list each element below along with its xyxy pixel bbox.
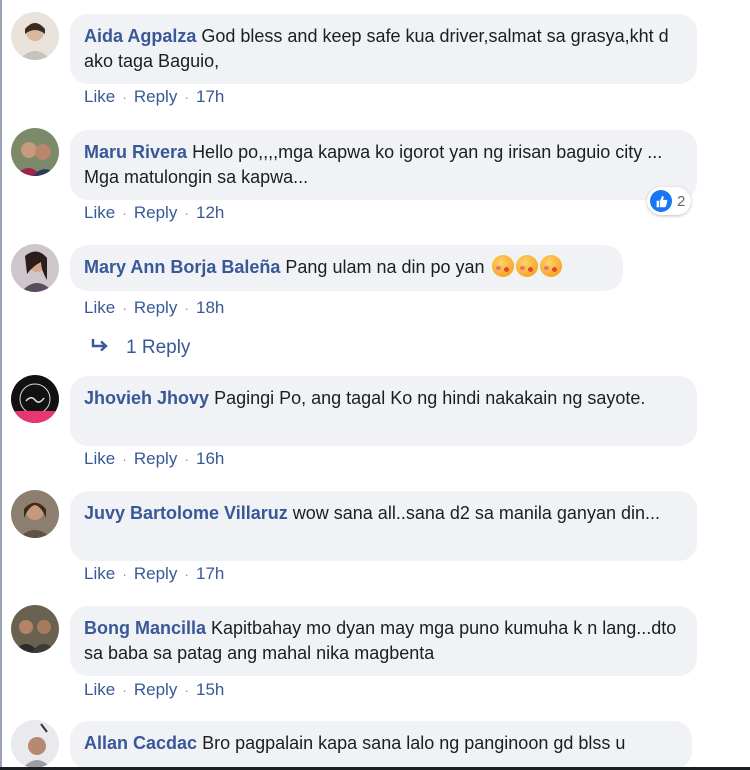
comment-actions: Like · Reply · 16h [84, 449, 224, 469]
view-replies-label: 1 Reply [126, 337, 191, 358]
comment-author[interactable]: Jhovieh Jhovy [84, 388, 209, 408]
like-button[interactable]: Like [84, 298, 115, 318]
separator-dot: · [184, 682, 189, 698]
comment-timestamp[interactable]: 12h [196, 203, 224, 223]
avatar[interactable] [11, 720, 59, 768]
comment-bubble: Bong Mancilla Kapitbahay mo dyan may mga… [70, 606, 697, 676]
comment-author[interactable]: Juvy Bartolome Villaruz [84, 503, 288, 523]
comment-timestamp[interactable]: 15h [196, 680, 224, 700]
comment-text: Pagingi Po, ang tagal Ko ng hindi nakaka… [214, 388, 646, 408]
reaction-count-badge[interactable]: 2 [647, 187, 692, 215]
kiss-face-icon [515, 255, 538, 277]
comment-bubble: Allan Cacdac Bro pagpalain kapa sana lal… [70, 721, 692, 769]
reaction-count: 2 [677, 192, 686, 210]
separator-dot: · [122, 451, 127, 467]
reply-button[interactable]: Reply [134, 87, 177, 107]
comment-text: Bro pagpalain kapa sana lalo ng panginoo… [202, 733, 626, 753]
comment-actions: Like · Reply · 18h [84, 298, 224, 318]
like-button[interactable]: Like [84, 564, 115, 584]
reply-button[interactable]: Reply [134, 298, 177, 318]
avatar[interactable] [11, 490, 59, 538]
separator-dot: · [184, 566, 189, 582]
comment-actions: Like · Reply · 17h [84, 87, 224, 107]
avatar[interactable] [11, 128, 59, 176]
like-button[interactable]: Like [84, 87, 115, 107]
separator-dot: · [184, 300, 189, 316]
window-frame-left [0, 0, 2, 770]
comment-bubble: Maru Rivera Hello po,,,,mga kapwa ko igo… [70, 130, 697, 200]
comment-timestamp[interactable]: 17h [196, 87, 224, 107]
kiss-face-icon [491, 255, 514, 277]
comment-actions: Like · Reply · 15h [84, 680, 224, 700]
separator-dot: · [122, 566, 127, 582]
comment-bubble: Jhovieh Jhovy Pagingi Po, ang tagal Ko n… [70, 376, 697, 446]
separator-dot: · [184, 89, 189, 105]
separator-dot: · [184, 451, 189, 467]
separator-dot: · [122, 682, 127, 698]
like-button[interactable]: Like [84, 680, 115, 700]
comment-bubble: Mary Ann Borja Baleña Pang ulam na din p… [70, 245, 623, 291]
comment-actions: Like · Reply · 17h [84, 564, 224, 584]
comment-author[interactable]: Bong Mancilla [84, 618, 206, 638]
comment-author[interactable]: Maru Rivera [84, 142, 187, 162]
comment-author[interactable]: Allan Cacdac [84, 733, 197, 753]
thumbs-up-icon [650, 190, 672, 212]
view-replies-link[interactable]: 1 Reply [90, 337, 190, 359]
comment-author[interactable]: Aida Agpalza [84, 26, 196, 46]
separator-dot: · [122, 300, 127, 316]
comment-text: Pang ulam na din po yan [285, 257, 485, 277]
avatar[interactable] [11, 12, 59, 60]
separator-dot: · [122, 89, 127, 105]
comment-actions: Like · Reply · 12h [84, 203, 224, 223]
reply-button[interactable]: Reply [134, 449, 177, 469]
reply-button[interactable]: Reply [134, 680, 177, 700]
separator-dot: · [184, 205, 189, 221]
reply-button[interactable]: Reply [134, 203, 177, 223]
separator-dot: · [122, 205, 127, 221]
comment-bubble: Aida Agpalza God bless and keep safe kua… [70, 14, 697, 84]
reply-button[interactable]: Reply [134, 564, 177, 584]
reply-arrow-icon [90, 337, 110, 359]
like-button[interactable]: Like [84, 203, 115, 223]
comment-text: wow sana all..sana d2 sa manila ganyan d… [292, 503, 660, 523]
comment-author[interactable]: Mary Ann Borja Baleña [84, 257, 280, 277]
avatar[interactable] [11, 375, 59, 423]
avatar[interactable] [11, 244, 59, 292]
comment-timestamp[interactable]: 17h [196, 564, 224, 584]
comment-timestamp[interactable]: 16h [196, 449, 224, 469]
comment-bubble: Juvy Bartolome Villaruz wow sana all..sa… [70, 491, 697, 561]
comment-timestamp[interactable]: 18h [196, 298, 224, 318]
like-button[interactable]: Like [84, 449, 115, 469]
kiss-face-icon [539, 255, 562, 277]
avatar[interactable] [11, 605, 59, 653]
